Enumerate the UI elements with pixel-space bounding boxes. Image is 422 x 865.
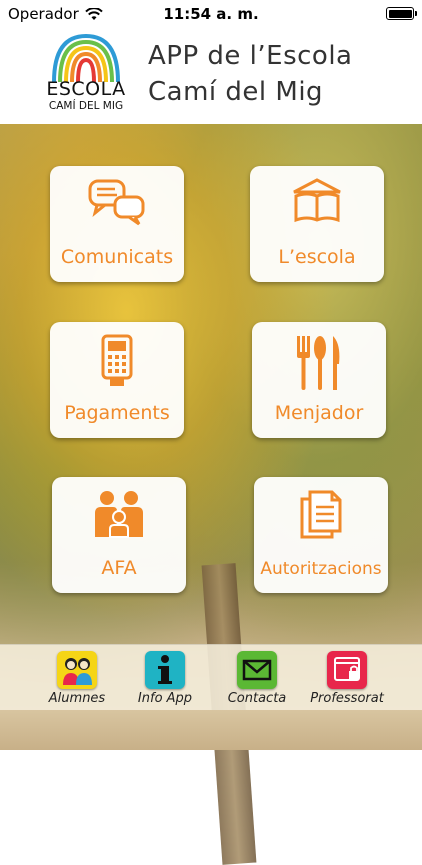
rainbow-logo-icon — [52, 33, 120, 83]
status-bar: Operador 11:54 a. m. — [0, 0, 422, 28]
app-title-line1: APP de l’Escola — [148, 41, 353, 71]
tile-autoritzacions[interactable]: Autoritzacions — [254, 477, 388, 593]
tile-lescola[interactable]: L’escola — [250, 166, 384, 282]
logo-title: ESCOLA — [46, 78, 126, 100]
tab-label: Contacta — [227, 691, 287, 706]
tile-pagaments[interactable]: Pagaments — [50, 322, 184, 438]
card-terminal-icon — [101, 334, 133, 386]
logo-subtitle: CAMÍ DEL MIG — [48, 100, 124, 112]
bottom-tab-bar: Alumnes Info App Contacta Professorat — [0, 644, 422, 711]
tile-label: Menjador — [274, 402, 364, 424]
cutlery-icon — [297, 336, 340, 390]
tab-contacta[interactable]: Contacta — [212, 649, 302, 709]
school-logo: ESCOLA CAMÍ DEL MIG — [40, 28, 132, 118]
family-icon — [95, 491, 143, 538]
app-title-line2: Camí del Mig — [148, 77, 324, 107]
tile-label: L’escola — [278, 246, 356, 268]
tile-comunicats[interactable]: Comunicats — [50, 166, 184, 282]
tile-afa[interactable]: AFA — [52, 477, 186, 593]
battery-icon — [386, 7, 417, 20]
tile-menjador[interactable]: Menjador — [252, 322, 386, 438]
tile-label: Autoritzacions — [260, 559, 382, 579]
book-icon — [293, 178, 341, 223]
tab-label: Alumnes — [48, 691, 106, 706]
tab-info-app[interactable]: Info App — [120, 649, 210, 709]
battery-level — [388, 9, 412, 18]
tab-professorat[interactable]: Professorat — [302, 649, 392, 709]
tile-label: Pagaments — [64, 402, 170, 424]
tab-label: Professorat — [310, 691, 384, 706]
tab-alumnes[interactable]: Alumnes — [32, 649, 122, 709]
tab-label: Info App — [137, 691, 193, 706]
tile-label: Comunicats — [60, 246, 174, 268]
info-icon — [145, 651, 185, 689]
lock-browser-icon — [327, 651, 367, 689]
app-title: APP de l’Escola Camí del Mig — [148, 38, 353, 110]
status-time: 11:54 a. m. — [163, 5, 259, 23]
chat-bubbles-icon — [88, 179, 145, 226]
background-ground — [0, 710, 422, 750]
students-icon — [57, 651, 97, 689]
documents-icon — [300, 490, 342, 539]
tile-label: AFA — [101, 557, 137, 579]
app-header: ESCOLA CAMÍ DEL MIG APP de l’Escola Camí… — [0, 28, 422, 125]
mail-icon — [237, 651, 277, 689]
